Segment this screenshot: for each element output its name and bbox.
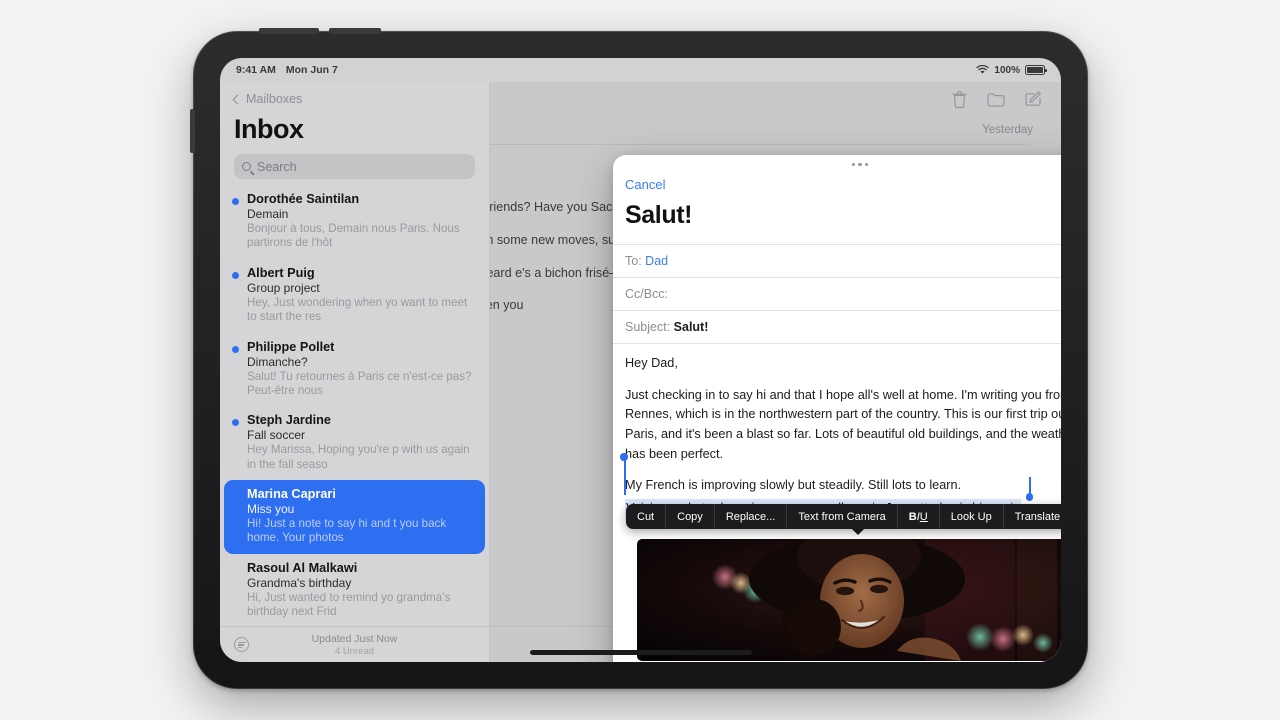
sidebar-nav: Mailboxes Inbox Search: [220, 82, 489, 179]
back-to-mailboxes-button[interactable]: Mailboxes: [232, 92, 475, 106]
power-button[interactable]: [190, 109, 195, 153]
message-preview: Hi, Just wanted to remind yo grandma's b…: [247, 590, 451, 619]
compose-title: Salut!: [625, 201, 693, 229]
compose-icon[interactable]: [1025, 91, 1041, 107]
header-divider: [490, 144, 1025, 145]
message-list-item[interactable]: Steph Jardine Fall soccer Hey Marissa, Hop…: [220, 406, 489, 480]
body-paragraph-1: Just checking in to say hi and that I ho…: [625, 387, 1061, 461]
message-sender: Steph Jardine: [247, 413, 331, 428]
subject-field[interactable]: Subject: Salut!: [613, 310, 1061, 343]
menu-item-text-from-camera[interactable]: Text from Camera: [787, 504, 898, 529]
unread-count: 4 Unread: [334, 645, 375, 657]
selection-start-handle[interactable]: [620, 453, 628, 461]
sync-status: Updated Just Now 4 Unread: [220, 633, 489, 657]
message-preview: Hi! Just a note to say hi and t you back…: [247, 517, 447, 545]
message-list-item[interactable]: Dorothée Saintilan Demain Bonjour à tous, …: [220, 185, 489, 259]
photo-attachment-image: [637, 538, 1061, 661]
menu-item-copy[interactable]: Copy: [666, 504, 715, 529]
photo-attachment[interactable]: [637, 538, 1061, 661]
menu-item-replace[interactable]: Replace...: [715, 504, 788, 529]
status-bar-right: 100%: [976, 64, 1047, 76]
message-subject: Group project: [247, 280, 320, 295]
search-input[interactable]: Search: [234, 154, 475, 179]
body-paragraph-2: My French is improving slowly but steadi…: [625, 478, 962, 493]
cc-bcc-label: Cc/Bcc:: [625, 287, 669, 301]
message-subject: Miss you: [247, 502, 295, 516]
compose-body[interactable]: Hey Dad, Just checking in to say hi and …: [613, 343, 1061, 662]
message-subject: Fall soccer: [247, 428, 306, 443]
screenshot-root: 9:41 AM Mon Jun 7 100% Mailboxes Inbox S…: [0, 0, 1280, 720]
reading-toolbar: [490, 82, 1061, 116]
to-value: Dad: [645, 254, 669, 268]
message-preview: Salut! Tu retournes à Paris ce n'est-ce …: [247, 369, 472, 397]
message-subject: Demain: [247, 207, 289, 221]
status-bar: 9:41 AM Mon Jun 7 100%: [220, 58, 1061, 82]
message-preview: Hey, Just wondering when yo want to meet…: [247, 295, 468, 324]
message-sender: Dorothée Saintilan: [247, 192, 360, 206]
unread-dot: [232, 345, 239, 353]
menu-item-cut[interactable]: Cut: [626, 504, 667, 529]
message-list-item[interactable]: Philippe Pollet Dimanche? Salut! Tu retour…: [220, 333, 489, 407]
message-subject: Dimanche?: [247, 354, 308, 369]
status-time: 9:41 AM: [236, 64, 276, 76]
volume-down-button[interactable]: [329, 28, 381, 34]
ipad-screen: 9:41 AM Mon Jun 7 100% Mailboxes Inbox S…: [220, 58, 1061, 662]
selection-end-handle[interactable]: [1025, 493, 1033, 501]
chevron-left-icon: [232, 94, 243, 104]
unread-dot: [232, 271, 239, 279]
message-list-item[interactable]: Rasoul Al Malkawi Grandma's birthday Hi, J…: [220, 554, 489, 626]
body-greeting: Hey Dad,: [625, 356, 678, 370]
page-title: Inbox: [234, 114, 304, 144]
mail-sidebar: Mailboxes Inbox Search Dorothée Saintila…: [220, 82, 490, 662]
wifi-icon: [976, 65, 990, 74]
subject-label: Subject:: [625, 320, 671, 334]
message-date: Yesterday: [982, 124, 1033, 136]
folder-icon[interactable]: [987, 92, 1005, 107]
menu-item-look-up[interactable]: Look Up: [940, 504, 1004, 529]
volume-up-button[interactable]: [259, 28, 319, 34]
message-subject: Grandma's birthday: [247, 575, 352, 590]
grabber-handle[interactable]: [613, 155, 1061, 174]
message-list-item[interactable]: Albert Puig Group project Hey, Just wonder…: [220, 259, 489, 333]
selection-start-stem: [624, 459, 626, 496]
message-preview: Bonjour à tous, Demain nous Paris. Nous …: [247, 222, 460, 250]
context-menu-pointer: [852, 529, 864, 535]
battery-icon: [1025, 65, 1047, 75]
status-bar-left: 9:41 AM Mon Jun 7: [236, 64, 338, 76]
message-sender: Albert Puig: [247, 265, 315, 280]
back-label: Mailboxes: [246, 92, 303, 106]
subject-value: Salut!: [673, 320, 709, 334]
message-list[interactable]: Dorothée Saintilan Demain Bonjour à tous, …: [220, 179, 489, 626]
search-placeholder: Search: [257, 159, 297, 174]
updated-label: Updated Just Now: [311, 632, 398, 645]
unread-dot: [232, 419, 239, 427]
message-list-item[interactable]: Marina Caprari Miss you Hi! Just a note to…: [224, 480, 485, 554]
sidebar-footer: Updated Just Now 4 Unread: [220, 626, 489, 662]
compose-sheet: Cancel Salut! To: Dad Cc/Bcc: Subject: S…: [613, 155, 1061, 662]
home-indicator[interactable]: [529, 650, 752, 655]
cancel-button[interactable]: Cancel: [613, 174, 1061, 195]
message-sender: Marina Caprari: [247, 487, 336, 501]
text-edit-context-menu[interactable]: Cut Copy Replace... Text from Camera B I U Look…: [626, 504, 1061, 529]
ipad-device-frame: 9:41 AM Mon Jun 7 100% Mailboxes Inbox S…: [190, 28, 1088, 689]
to-label: To:: [625, 254, 642, 268]
search-icon: [242, 162, 251, 171]
trash-icon[interactable]: [952, 90, 967, 108]
compose-header: Salut!: [613, 195, 1061, 244]
battery-percent: 100%: [994, 64, 1020, 76]
menu-item-translate[interactable]: Translate: [1004, 504, 1061, 529]
to-field[interactable]: To: Dad: [613, 244, 1061, 277]
message-sender: Rasoul Al Malkawi: [247, 560, 358, 575]
cc-bcc-field[interactable]: Cc/Bcc:: [613, 277, 1061, 310]
message-preview: Hey Marissa, Hoping you're p with us aga…: [247, 443, 470, 471]
message-sender: Philippe Pollet: [247, 339, 335, 354]
attachment-wrapper: [625, 538, 1061, 661]
unread-dot: [232, 198, 239, 205]
menu-item-format-bold-italic-underline[interactable]: BIU: [898, 504, 940, 529]
status-date: Mon Jun 7: [285, 64, 338, 76]
